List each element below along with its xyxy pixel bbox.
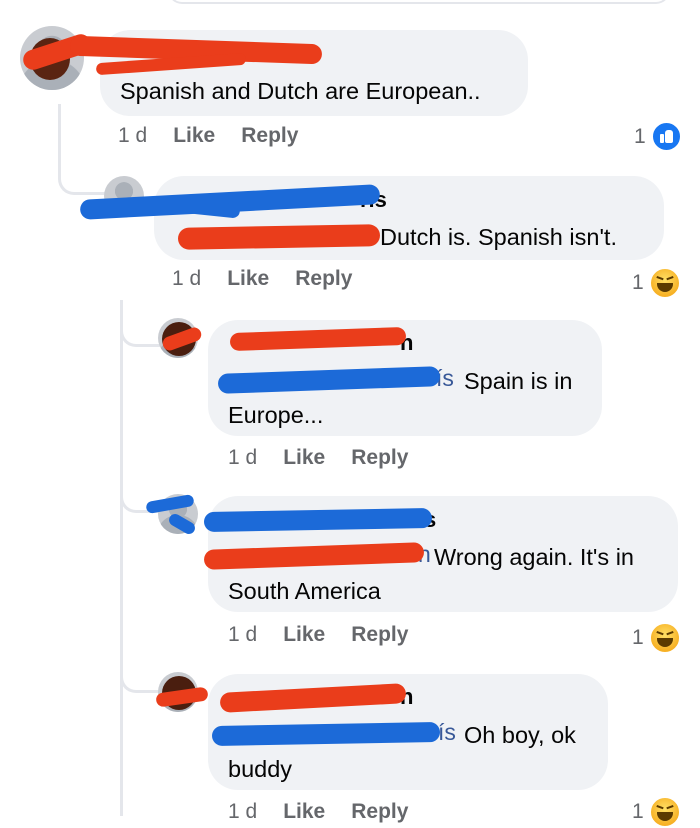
thread-line	[120, 300, 123, 816]
haha-icon	[648, 796, 681, 828]
haha-icon	[648, 622, 681, 654]
comment-text: Oh boy, ok	[464, 722, 576, 748]
comment-age[interactable]: 1 d	[228, 623, 257, 647]
comment-actions: 1 d Like Reply	[172, 267, 352, 291]
name-redaction	[203, 508, 433, 532]
comment-input-edge	[168, 0, 670, 4]
reply-button[interactable]: Reply	[295, 267, 352, 291]
reaction-summary[interactable]: 1	[632, 267, 681, 299]
thread-connector	[58, 150, 105, 195]
comment-age[interactable]: 1 d	[172, 267, 201, 291]
reaction-summary[interactable]: 1	[632, 796, 681, 828]
mention-tag[interactable]: ís	[438, 719, 456, 746]
comment-text: Dutch is. Spanish isn't.	[380, 224, 617, 250]
comment-actions: 1 d Like Reply	[228, 800, 408, 824]
comment-age[interactable]: 1 d	[118, 124, 147, 148]
like-button[interactable]: Like	[283, 800, 325, 824]
comment-text: South America	[228, 578, 381, 604]
mention-redaction	[211, 722, 441, 746]
like-button[interactable]: Like	[283, 623, 325, 647]
reply-button[interactable]: Reply	[351, 446, 408, 470]
thread-connector	[120, 660, 163, 693]
comment-age[interactable]: 1 d	[228, 800, 257, 824]
like-button[interactable]: Like	[173, 124, 215, 148]
reply-button[interactable]: Reply	[241, 124, 298, 148]
comment-text: Spain is in	[464, 368, 573, 394]
comment-text: Spanish and Dutch are European..	[120, 78, 481, 104]
comment-actions: 1 d Like Reply	[228, 446, 408, 470]
comment-text: buddy	[228, 756, 293, 782]
reply-button[interactable]: Reply	[351, 800, 408, 824]
reaction-count: 1	[634, 124, 646, 148]
comment-age[interactable]: 1 d	[228, 446, 257, 470]
haha-icon	[648, 267, 681, 299]
reaction-summary[interactable]: 1	[632, 622, 681, 654]
mention-redaction	[177, 224, 381, 250]
reaction-count: 1	[632, 271, 644, 294]
comment-text: Wrong again. It's in	[434, 544, 634, 570]
reaction-summary[interactable]: 1	[634, 121, 682, 152]
like-button[interactable]: Like	[227, 267, 269, 291]
reply-button[interactable]: Reply	[351, 623, 408, 647]
like-button[interactable]: Like	[283, 446, 325, 470]
reaction-count: 1	[632, 626, 644, 649]
like-icon	[650, 121, 682, 152]
comment-text: Europe...	[228, 402, 324, 428]
comment-actions: 1 d Like Reply	[228, 623, 408, 647]
thread-connector	[120, 318, 161, 347]
comment-actions: 1 d Like Reply	[118, 124, 298, 148]
reaction-count: 1	[632, 800, 644, 823]
